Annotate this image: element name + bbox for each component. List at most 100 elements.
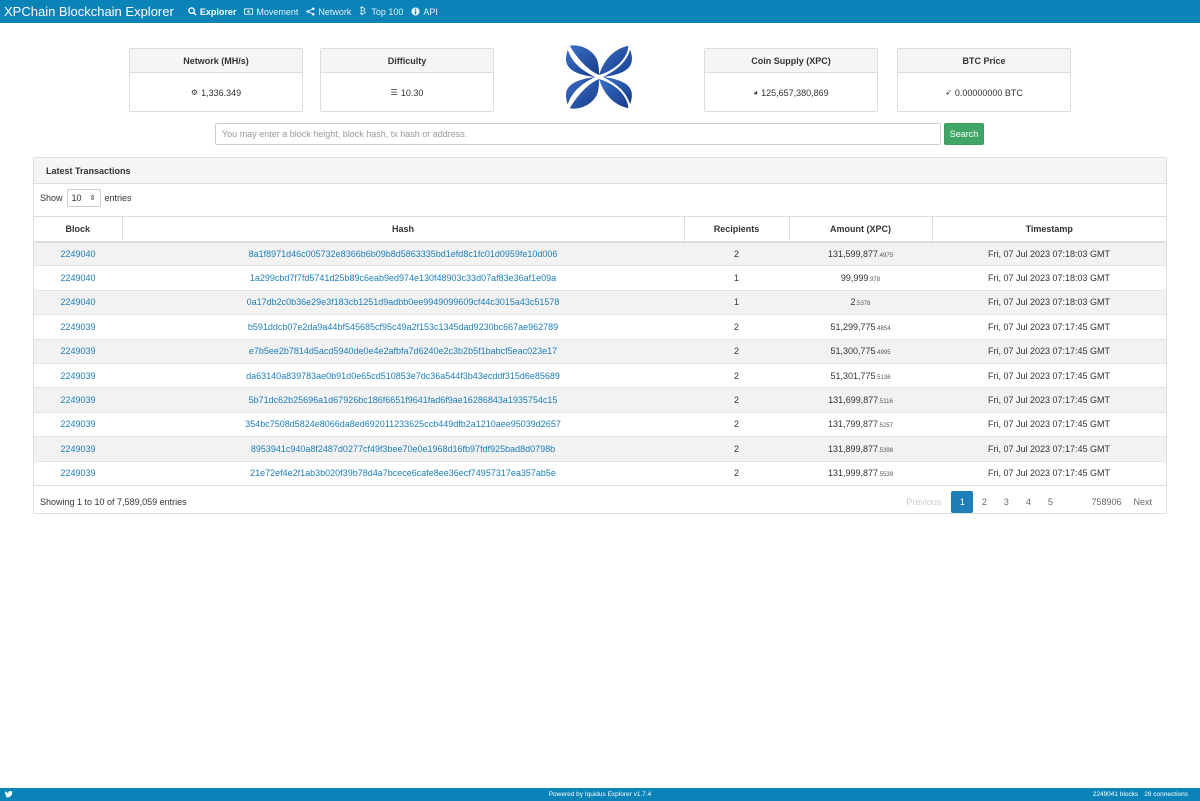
difficulty-panel: Difficulty ☰ 10.30 — [320, 48, 494, 112]
nav-item-api[interactable]: API — [411, 7, 438, 17]
hash-cell: 1a299cbd7f7fd5741d25b89c6eab9ed974e130f4… — [122, 265, 684, 291]
nav-item-movement[interactable]: Movement — [244, 7, 298, 17]
amount-decimals: .5136 — [875, 374, 891, 381]
hash-link[interactable]: 8953941c940a8f2487d0277cf49f3bee70e0e196… — [251, 444, 555, 454]
amount-cell: 51,301,775.5136 — [789, 362, 932, 388]
money-icon — [244, 8, 254, 15]
recipients-cell: 1 — [684, 265, 789, 291]
block-link[interactable]: 2249039 — [60, 371, 95, 381]
timestamp-cell: Fri, 07 Jul 2023 07:17:45 GMT — [932, 362, 1166, 388]
table-header-row: Block Hash Recipients Amount (XPC) Times… — [34, 216, 1166, 243]
pagination-page-1[interactable]: 1 — [951, 491, 974, 513]
entries-select-value: 10 — [71, 193, 82, 203]
recipients-cell: 2 — [684, 387, 789, 413]
nav-item-label: Movement — [256, 6, 299, 17]
hash-link[interactable]: 0a17db2c0b36e29e3f183cb1251d9adbb0ee9949… — [247, 297, 560, 307]
recipients-cell: 2 — [684, 460, 789, 486]
difficulty-value: 10.30 — [400, 87, 424, 98]
amount-value: 51,299,775 — [830, 321, 876, 332]
panel-value-row: ⚙ 1,336.349 — [130, 73, 302, 112]
amount-cell: 131,699,877.5116 — [789, 387, 932, 413]
timestamp-cell: Fri, 07 Jul 2023 07:18:03 GMT — [932, 265, 1166, 291]
timestamp-cell: Fri, 07 Jul 2023 07:17:45 GMT — [932, 314, 1166, 340]
nav-item-top-100[interactable]: ₿ Top 100 — [359, 7, 403, 17]
hash-cell: 0a17db2c0b36e29e3f183cb1251d9adbb0ee9949… — [122, 289, 684, 315]
amount-cell: 2.5378 — [789, 289, 932, 315]
amount-value: 131,799,877 — [827, 419, 879, 430]
pagination-page-4[interactable]: 4 — [1017, 491, 1039, 513]
timestamp-cell: Fri, 07 Jul 2023 07:18:03 GMT — [932, 240, 1166, 266]
table-row: 2249040 8a1f8971d46c005732e8366b6b09b8d5… — [34, 240, 1166, 266]
block-link[interactable]: 2249040 — [60, 249, 95, 259]
pagination-page-3[interactable]: 3 — [995, 491, 1017, 513]
amount-decimals: .5378 — [855, 301, 871, 308]
coin-supply-panel: Coin Supply (XPC) ◕ 125,657,380,869 — [704, 48, 878, 112]
pagination-page-5[interactable]: 5 — [1039, 491, 1061, 513]
pagination-next[interactable]: Next — [1127, 491, 1158, 513]
table-row: 2249040 1a299cbd7f7fd5741d25b89c6eab9ed9… — [34, 265, 1166, 291]
block-cell: 2249039 — [34, 387, 122, 413]
search-button[interactable]: Search — [944, 123, 984, 145]
brand-title[interactable]: XPChain Blockchain Explorer — [0, 4, 174, 19]
rocket-icon: ➶ — [945, 88, 952, 97]
hash-cell: 8a1f8971d46c005732e8366b6b09b8d5863335bd… — [122, 240, 684, 266]
block-link[interactable]: 2249039 — [60, 444, 95, 454]
nav-item-label: API — [423, 6, 438, 17]
block-cell: 2249039 — [34, 362, 122, 388]
entries-length-control: Show 10 ⇕ entries — [40, 189, 132, 207]
hash-link[interactable]: e7b5ee2b7814d5acd5940de0e4e2afbfa7d6240e… — [249, 346, 557, 356]
table-row: 2249039 354bc7508d5824e8066da8ed69201123… — [34, 411, 1166, 437]
hash-link[interactable]: 1a299cbd7f7fd5741d25b89c6eab9ed974e130f4… — [250, 273, 556, 283]
amount-value: 131,599,877 — [827, 248, 879, 259]
hash-link[interactable]: 5b71dc62b25696a1d67926bc186f6651f9641fad… — [249, 395, 558, 405]
block-link[interactable]: 2249039 — [60, 419, 95, 429]
entries-select[interactable]: 10 ⇕ — [66, 189, 101, 207]
hash-link[interactable]: da63140a839783ae0b91d0e65cd510853e7dc36a… — [246, 371, 560, 381]
column-header-hash[interactable]: Hash — [122, 216, 685, 243]
block-link[interactable]: 2249039 — [60, 468, 95, 478]
amount-value: 51,301,775 — [830, 370, 876, 381]
hash-link[interactable]: b591ddcb07e2da9a44bf545685cf95c49a2f153c… — [248, 322, 558, 332]
panel-value-row: ➶ 0.00000000 BTC — [898, 73, 1070, 112]
block-link[interactable]: 2249039 — [60, 395, 95, 405]
footer-status: 2249041 blocks 28 connections — [1093, 791, 1188, 798]
hash-cell: 354bc7508d5824e8066da8ed692011233625ccb4… — [122, 411, 684, 437]
pagination-page-2[interactable]: 2 — [973, 491, 995, 513]
footer: Powered by Iquidus Explorer v1.7.4 22490… — [0, 788, 1200, 801]
amount-decimals: .978 — [868, 277, 881, 284]
pagination-last-page[interactable]: 758906 — [1085, 491, 1127, 513]
table-row: 2249039 5b71dc62b25696a1d67926bc186f6651… — [34, 387, 1166, 413]
hash-cell: e7b5ee2b7814d5acd5940de0e4e2afbfa7d6240e… — [122, 338, 684, 364]
nav-item-label: Top 100 — [371, 6, 404, 17]
panel-title: Latest Transactions — [34, 158, 1166, 184]
column-header-block[interactable]: Block — [34, 216, 123, 243]
timestamp-cell: Fri, 07 Jul 2023 07:17:45 GMT — [932, 387, 1166, 413]
timestamp-cell: Fri, 07 Jul 2023 07:17:45 GMT — [932, 338, 1166, 364]
amount-value: 131,999,877 — [827, 468, 879, 479]
nav-item-explorer[interactable]: Explorer — [188, 7, 236, 17]
block-link[interactable]: 2249040 — [60, 273, 95, 283]
column-header-amount[interactable]: Amount (XPC) — [789, 216, 933, 243]
block-cell: 2249040 — [34, 289, 122, 315]
hash-cell: 8953941c940a8f2487d0277cf49f3bee70e0e196… — [122, 436, 684, 462]
column-header-recipients[interactable]: Recipients — [684, 216, 790, 243]
pagination-previous[interactable]: Previous — [900, 491, 947, 513]
amount-cell: 131,999,877.5539 — [789, 460, 932, 486]
hash-link[interactable]: 8a1f8971d46c005732e8366b6b09b8d5863335bd… — [249, 249, 558, 259]
timestamp-cell: Fri, 07 Jul 2023 07:17:45 GMT — [932, 436, 1166, 462]
recipients-cell: 2 — [684, 411, 789, 437]
show-label: Show — [40, 193, 63, 203]
nav-item-network[interactable]: Network — [306, 7, 351, 17]
recipients-cell: 1 — [684, 289, 789, 315]
timestamp-cell: Fri, 07 Jul 2023 07:18:03 GMT — [932, 289, 1166, 315]
block-link[interactable]: 2249039 — [60, 322, 95, 332]
cogs-icon: ⚙ — [190, 88, 199, 97]
powered-by-text: Powered by Iquidus Explorer v1.7.4 — [548, 791, 652, 798]
table-row: 2249039 8953941c940a8f2487d0277cf49f3bee… — [34, 436, 1166, 462]
block-link[interactable]: 2249040 — [60, 297, 95, 307]
column-header-timestamp[interactable]: Timestamp — [932, 216, 1166, 243]
block-link[interactable]: 2249039 — [60, 346, 95, 356]
hash-link[interactable]: 21e72ef4e2f1ab3b020f39b78d4a7bcece6cafe8… — [250, 468, 556, 478]
search-input[interactable] — [215, 123, 941, 145]
hash-link[interactable]: 354bc7508d5824e8066da8ed692011233625ccb4… — [245, 419, 561, 429]
